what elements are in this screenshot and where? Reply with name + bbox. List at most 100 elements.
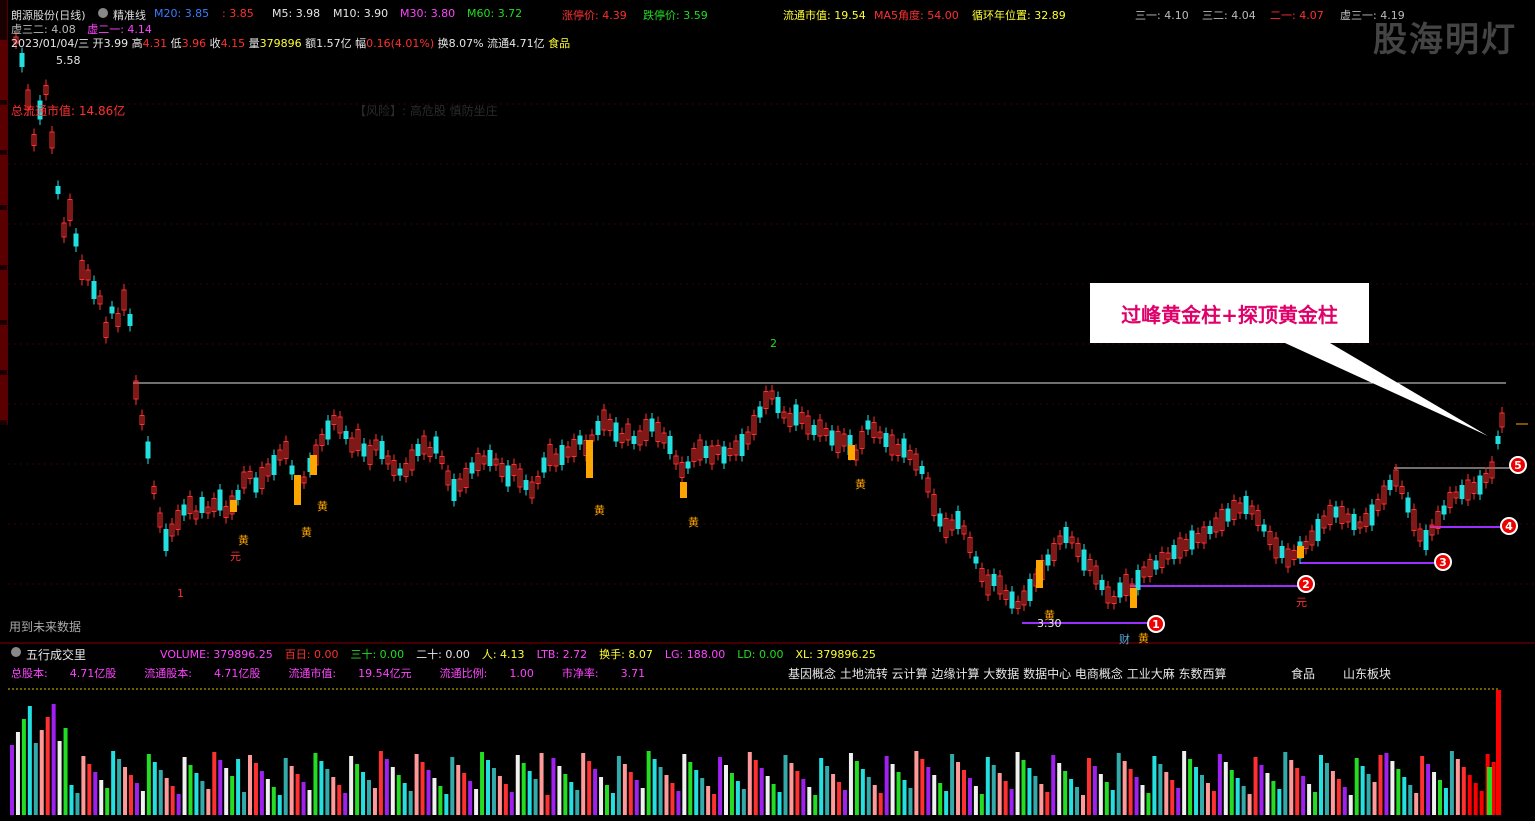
candle-body [1153, 560, 1159, 570]
volume-bar [372, 788, 377, 815]
candle-body [1099, 580, 1105, 590]
volume-bar [1295, 768, 1300, 815]
volume-bar [938, 783, 943, 815]
candle-body [1207, 526, 1213, 534]
ohlc-row: 2023/01/04/三 开3.99 高4.31 低3.96 收4.15 量37… [11, 35, 570, 51]
volume-bar [973, 786, 978, 815]
volume-bar [242, 792, 247, 815]
info-value-4: 3.71 [620, 667, 646, 680]
volume-bar [539, 753, 544, 815]
volume-bar [962, 770, 966, 815]
candle-body [109, 306, 115, 314]
volume-item-6: 换手: 8.07 [599, 648, 653, 661]
volume-item-0: VOLUME: 379896.25 [160, 648, 273, 661]
volume-bar [444, 794, 449, 815]
volume-bar [1152, 756, 1157, 815]
candle-body [379, 441, 385, 459]
golden-bar [1130, 588, 1137, 608]
volume-bar [1360, 766, 1365, 815]
candle-body [667, 436, 673, 454]
volume-bar [1301, 776, 1306, 815]
candle-body [1225, 508, 1231, 522]
volume-bar [1307, 784, 1312, 815]
volume-bar [652, 759, 657, 815]
volume-bar [420, 762, 425, 815]
volume-bar [807, 787, 812, 815]
low-label: 低 [170, 37, 182, 50]
candle-body [1351, 514, 1357, 530]
volume-bar [1277, 789, 1282, 815]
volume-bar [694, 770, 699, 815]
volume-bar [890, 764, 895, 815]
volume-bar [1045, 792, 1050, 815]
volume-item-7: LG: 188.00 [664, 648, 726, 661]
candle-body [1333, 506, 1339, 518]
volume-bar [1432, 772, 1437, 815]
settings-toggle-icon[interactable] [98, 8, 108, 18]
candle-body [613, 422, 619, 442]
volume-bar [146, 754, 151, 815]
volume-bar [343, 793, 348, 815]
range-value: 0.16(4.01%) [366, 37, 435, 50]
candle-body [739, 434, 745, 456]
volume-bar [15, 732, 20, 815]
volume-bar [1039, 784, 1044, 815]
volume-bar [200, 781, 205, 815]
high-label: 高 [131, 37, 143, 50]
volume-bar [581, 753, 586, 815]
volume-bar [111, 751, 116, 815]
volume-item-3: 二十: 0.00 [416, 648, 470, 661]
volume-bar [81, 756, 86, 815]
candle-body [1387, 480, 1393, 490]
volume-bar [45, 717, 50, 815]
header-item-3: M10: 3.90 [333, 7, 389, 20]
volume-item-5: LTB: 2.72 [536, 648, 588, 661]
candle-body [901, 438, 907, 458]
volume-bar [712, 794, 717, 815]
volume-bar [634, 780, 639, 815]
candle-body [577, 435, 583, 445]
volume-bar [908, 788, 913, 815]
volume-bar [622, 764, 627, 815]
signal-mark-6: 黄 [855, 478, 866, 491]
candle-body [649, 418, 655, 432]
candle-body [1135, 570, 1141, 590]
signal-mark-8: 黄 [1138, 632, 1149, 645]
volume-bar [1015, 752, 1020, 815]
volume-bar [480, 752, 485, 815]
candle-body [145, 441, 151, 459]
volume-bar [1271, 781, 1276, 815]
close-label: 收 [209, 37, 221, 50]
candle-body [811, 425, 817, 435]
volume-bar [402, 783, 407, 815]
candle-body [127, 314, 133, 326]
volume-bar [610, 793, 615, 815]
volume-bar [1033, 776, 1038, 815]
info-value-1: 4.71亿股 [213, 667, 261, 680]
badge-3: 3 [1434, 553, 1452, 571]
volume-bar [664, 775, 669, 815]
stock-info-row: 总股本: 4.71亿股 流通股本: 4.71亿股 流通市值: 19.54亿元 流通比例: 1.… [11, 665, 673, 681]
volume-bar [718, 757, 723, 815]
volume-bar [1086, 758, 1091, 815]
volume-bar [658, 767, 663, 815]
badge-1: 1 [1147, 615, 1165, 633]
volume-bar [1390, 761, 1395, 815]
candle-body [343, 431, 349, 439]
volume-bar [521, 763, 526, 815]
header-item-2: M5: 3.98 [272, 7, 321, 20]
volume-bar [753, 760, 758, 815]
volume-bar [248, 755, 252, 815]
volume-bar [1229, 770, 1234, 815]
volume-bar [396, 775, 401, 815]
volume-bar [206, 789, 211, 815]
candle-body [163, 529, 169, 551]
header-item-12: 三二: 4.04 [1202, 9, 1256, 22]
candle-body [1045, 554, 1051, 566]
volume-bar [1283, 752, 1288, 815]
volume-bar [569, 782, 574, 815]
signal-mark-4: 黄 [594, 504, 605, 517]
candle-body [865, 420, 871, 430]
volume-panel-toggle-icon[interactable] [11, 647, 21, 657]
volume-bar [533, 779, 538, 815]
